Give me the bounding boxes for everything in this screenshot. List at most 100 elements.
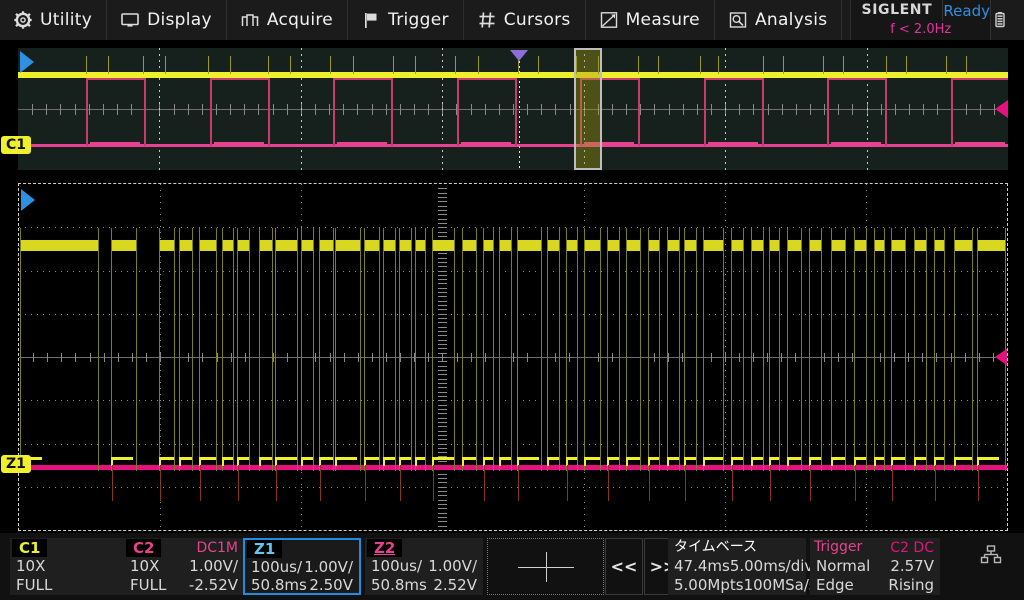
zoom-c1-spike [884, 228, 885, 471]
status-box[interactable]: SIGLENT Ready f < 2.0Hz [850, 0, 991, 40]
zoom-c1-burst [891, 240, 905, 251]
zoom-h-axis-tick [838, 353, 839, 362]
zoom-c1-spike [399, 228, 400, 471]
zoom-v-axis-tick [438, 283, 447, 284]
zoom-channel-badge-z1[interactable]: Z1 [1, 455, 31, 473]
zoom-waveform-window[interactable] [18, 183, 1008, 531]
overview-c2-edge [704, 78, 706, 146]
zoom-c1-spike [335, 228, 336, 471]
zoom-c1-spike [493, 228, 494, 471]
zoom-c1-spike [640, 228, 641, 471]
zoom-panel-z1[interactable]: Z1 100us/ 1.00V/ 50.8ms 2.50V [243, 538, 361, 595]
trigger-panel[interactable]: Trigger C2 DC Normal 2.57V Edge Rising [810, 538, 940, 595]
zoom-c1-burst [854, 240, 866, 251]
overview-c2-edge [885, 78, 887, 146]
overview-c2-edge [951, 78, 953, 146]
zoom-h-axis-tick [795, 353, 796, 362]
zoom-c1-spike [696, 228, 697, 471]
z2-name: Z2 [367, 539, 402, 557]
trigger-position-marker[interactable] [510, 50, 528, 61]
zoom-v-axis-tick [438, 435, 447, 436]
zoom-c1-burst [809, 240, 821, 251]
overview-waveform-window[interactable] [18, 48, 1008, 170]
timebase-panel[interactable]: タイムベース 47.4ms 5.00ms/div 5.00Mpts 100MSa… [668, 538, 806, 595]
bottom-status-bar: C1 DC1M 10X 1.00V/ FULL -2.50V C2 DC1M 1… [0, 533, 1024, 600]
zoom-region-box[interactable] [574, 48, 602, 170]
monitor-icon [121, 11, 139, 29]
zoom-v-axis-tick [438, 482, 447, 483]
zoom-c2-step-edge [301, 457, 303, 466]
nav-prev-button[interactable]: << [605, 538, 643, 595]
menu-item-measure[interactable]: Measure [586, 0, 715, 40]
zoom-c1-spike [222, 228, 223, 471]
overview-c1-pulse [638, 56, 639, 74]
overview-c2-high [704, 78, 762, 80]
zoom-v-axis-tick [438, 370, 447, 371]
zoom-v-axis-tick [438, 301, 447, 302]
menu-item-utility[interactable]: Utility [0, 0, 107, 40]
overview-trigger-level-arrow[interactable] [995, 100, 1008, 118]
zoom-h-axis-tick [824, 353, 825, 362]
channel-panel-c2[interactable]: C2 DC1M 10X 1.00V/ FULL -2.52V [124, 538, 244, 595]
zoom-c1-burst [547, 240, 559, 251]
zoom-c1-spike [977, 228, 978, 471]
overview-c1-pulse [718, 56, 719, 74]
zoom-c1-burst [237, 240, 249, 251]
lan-network-icon[interactable] [980, 545, 1002, 569]
zoom-c1-spike [905, 228, 906, 471]
menu-item-cursors[interactable]: Cursors [464, 0, 586, 40]
overview-axis-tick [626, 104, 627, 115]
menu-item-analysis[interactable]: Analysis [715, 0, 842, 40]
trigger-row-1: Normal 2.57V [810, 557, 940, 576]
overview-channel-badge-c1[interactable]: C1 [1, 136, 31, 154]
menu-label-analysis: Analysis [755, 10, 827, 30]
overview-axis-tick [966, 104, 967, 115]
zoom-c2-step [517, 457, 539, 460]
zoom-h-axis-tick [598, 353, 599, 362]
zoom-c1-spike [499, 228, 500, 471]
zoom-h-axis-tick [457, 353, 458, 362]
overview-axis-tick [683, 104, 684, 115]
overview-c2-edge [827, 78, 829, 146]
zoom-h-axis-tick [132, 353, 133, 362]
zoom-c1-burst [199, 240, 216, 251]
battery-icon[interactable] [991, 11, 1009, 29]
overview-axis-tick [669, 104, 670, 115]
overview-axis-tick [414, 104, 415, 115]
zoom-trigger-level-arrow[interactable] [995, 348, 1008, 366]
overview-axis-tick [909, 104, 910, 115]
zoom-c2-step [275, 457, 297, 460]
zoom-c1-spike [809, 228, 810, 471]
zoom-c1-burst [179, 240, 192, 251]
acquire-icon [241, 11, 259, 29]
overview-c1-pulse [700, 56, 701, 74]
overview-axis-tick [230, 104, 231, 115]
zoom-c1-spike [313, 228, 314, 471]
z2-tdiv: 100us/ [371, 557, 422, 576]
overview-channel-offset-arrow[interactable] [20, 51, 34, 73]
zoom-v-axis-tick [438, 318, 447, 319]
menu-item-trigger[interactable]: Trigger [348, 0, 464, 40]
position-crosshair-panel[interactable] [487, 538, 604, 595]
overview-axis-tick [654, 104, 655, 115]
menu-item-acquire[interactable]: Acquire [227, 0, 348, 40]
zoom-c1-burst [607, 240, 619, 251]
overview-c1-pulse [966, 56, 967, 74]
zoom-c1-burst [159, 240, 174, 251]
c2-header: C2 DC1M [124, 538, 244, 557]
zoom-h-axis-tick [767, 353, 768, 362]
overview-axis-tick [343, 104, 344, 115]
z1-tdiv: 100us/ [251, 558, 302, 576]
menu-item-display[interactable]: Display [107, 0, 227, 40]
overview-c2-low-burst [955, 142, 1005, 146]
zoom-h-axis-tick [880, 353, 881, 362]
zoom-c1-spike [743, 228, 744, 471]
zoom-c2-step-edge [259, 457, 261, 466]
trigger-slope: Rising [888, 576, 934, 595]
zoom-channel-offset-arrow[interactable] [21, 189, 35, 211]
zoom-c1-spike [787, 228, 788, 471]
zoom-c1-spike [259, 228, 260, 471]
zoom-c1-spike [577, 228, 578, 471]
zoom-panel-z2[interactable]: Z2 100us/ 1.00V/ 50.8ms 2.52V [365, 538, 483, 595]
overview-axis-tick [824, 104, 825, 115]
